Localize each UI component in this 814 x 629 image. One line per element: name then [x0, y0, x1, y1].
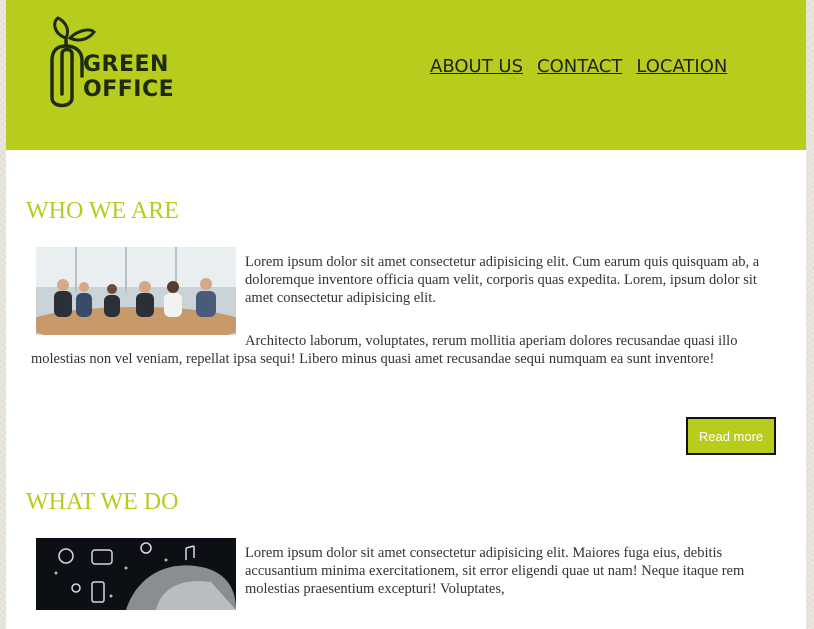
logo-line-green: GREEN: [83, 52, 169, 77]
nav-link-about-us[interactable]: ABOUT US: [430, 56, 523, 77]
nav-link-location[interactable]: LOCATION: [636, 56, 727, 77]
who-we-are-heading: WHO WE ARE: [26, 198, 179, 224]
page-container: GREEN OFFICE ABOUT US CONTACT LOCATION W…: [6, 0, 806, 629]
digital-technology-photo: [36, 538, 236, 610]
logo-line-office: OFFICE: [83, 77, 175, 102]
header: GREEN OFFICE ABOUT US CONTACT LOCATION: [6, 0, 806, 150]
who-we-are-paragraph-1: Lorem ipsum dolor sit amet consectetur a…: [245, 254, 760, 306]
read-more-button[interactable]: Read more: [686, 417, 776, 455]
team-meeting-photo: [36, 247, 236, 335]
main-nav: ABOUT US CONTACT LOCATION: [430, 56, 727, 77]
what-we-do-paragraph-1: Lorem ipsum dolor sit amet consectetur a…: [245, 545, 745, 597]
logo-text: GREEN OFFICE: [83, 52, 174, 102]
who-we-are-paragraph-2: Architecto laborum, voluptates, rerum mo…: [31, 333, 738, 367]
nav-link-contact[interactable]: CONTACT: [537, 56, 622, 77]
what-we-do-heading: WHAT WE DO: [26, 489, 179, 515]
